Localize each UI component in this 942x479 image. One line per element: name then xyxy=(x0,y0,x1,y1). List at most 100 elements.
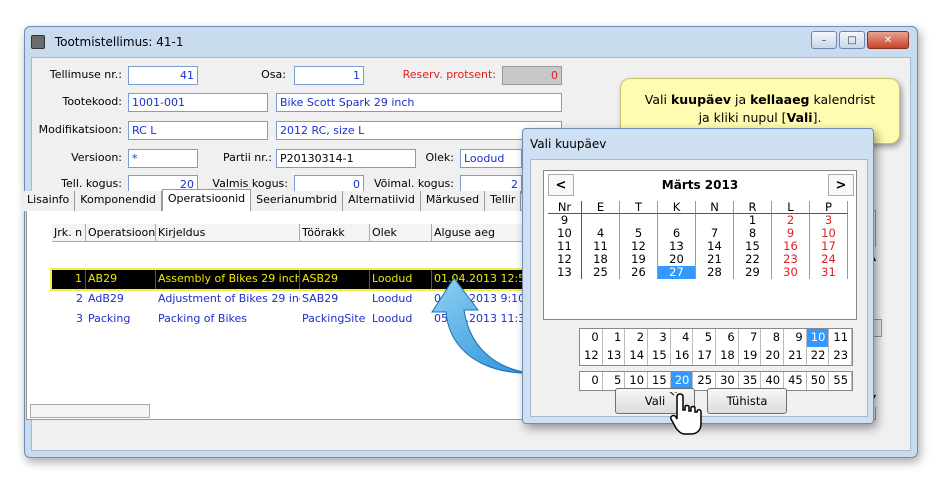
window-title-bar: Tootmistellimus: 41-1 xyxy=(31,30,911,54)
order-no-label: Tellimuse nr.: xyxy=(49,68,122,81)
hour-option[interactable]: 18 xyxy=(716,347,739,365)
callout-bold-button: Vali xyxy=(786,110,813,125)
batch-no-label: Partii nr.: xyxy=(222,151,272,164)
part-field[interactable]: 1 xyxy=(294,66,364,85)
tab-komponendid[interactable]: Komponendid xyxy=(75,191,162,211)
batch-no-field[interactable]: P20130314-1 xyxy=(276,149,416,168)
hour-option[interactable]: 17 xyxy=(693,347,717,365)
tab-markused[interactable]: Märkused xyxy=(420,191,486,211)
dialog-title: Vali kuupäev xyxy=(530,137,607,151)
month-title: Märts 2013 xyxy=(661,178,739,192)
minute-option[interactable]: 55 xyxy=(829,372,853,390)
hour-option[interactable]: 8 xyxy=(761,329,785,347)
weekday-header-row: Nr E T K N R L P xyxy=(548,201,848,214)
hour-selector: 0 1 2 3 4 5 6 7 8 9 10 11 12 13 14 15 16 17 18 19 20 21 22 23 xyxy=(579,328,853,366)
callout-text: kalendrist xyxy=(809,92,876,107)
hour-option[interactable]: 11 xyxy=(829,329,853,347)
hour-option[interactable]: 6 xyxy=(716,329,739,347)
cell-description: Assembly of Bikes 29 inch xyxy=(156,270,300,289)
calendar-day[interactable]: 31 xyxy=(810,266,848,279)
calendar-day[interactable]: 27 xyxy=(658,266,696,279)
calendar: < Märts 2013 > Nr E T K N R L P 9 1 2 3 10 4 5 6 7 8 9 10 11… xyxy=(543,170,857,320)
hour-option[interactable]: 16 xyxy=(671,347,694,365)
hour-option[interactable]: 9 xyxy=(784,329,807,347)
modification-field[interactable]: RC L xyxy=(128,121,268,140)
modification-desc-field: 2012 RC, size L xyxy=(276,121,562,140)
hour-option[interactable]: 13 xyxy=(603,347,626,365)
window-title: Tootmistellimus: 41-1 xyxy=(54,35,184,49)
tab-strip: Lisainfo Komponendid Operatsioonid Seeri… xyxy=(22,189,522,211)
part-label: Osa: xyxy=(261,68,286,81)
hour-option[interactable]: 3 xyxy=(648,329,671,347)
col-header-workcell[interactable]: Töörakk xyxy=(300,224,370,241)
product-code-field[interactable]: 1001-001 xyxy=(128,93,268,112)
grid-horizontal-scrollbar[interactable] xyxy=(30,404,150,418)
hour-option[interactable]: 14 xyxy=(625,347,649,365)
hour-option[interactable]: 0 xyxy=(580,329,603,347)
hour-option[interactable]: 2 xyxy=(625,329,649,347)
tab-operatsioonid[interactable]: Operatsioonid xyxy=(161,189,252,211)
cell-operation: AdB29 xyxy=(88,292,124,305)
calendar-grid: Nr E T K N R L P 9 1 2 3 10 4 5 6 7 8 9 10 11 11 12 13 14 15 16 17 1… xyxy=(548,201,848,279)
tab-alternatiivid[interactable]: Alternatiivid xyxy=(343,191,421,211)
callout-bold-time: kellaaeg xyxy=(750,92,810,107)
tab-lisainfo[interactable]: Lisainfo xyxy=(22,191,76,211)
cell-operation: Packing xyxy=(88,312,131,325)
calendar-day[interactable]: 28 xyxy=(696,266,734,279)
calendar-day[interactable]: 30 xyxy=(772,266,810,279)
hour-option[interactable]: 21 xyxy=(784,347,807,365)
cell-description: Adjustment of Bikes 29 inch xyxy=(158,292,300,305)
tab-seerianumbrid[interactable]: Seerianumbrid xyxy=(251,191,344,211)
modification-label: Modifikatsioon: xyxy=(38,123,122,136)
col-header-status[interactable]: Olek xyxy=(370,224,432,241)
minute-option[interactable]: 45 xyxy=(784,372,807,390)
hour-option[interactable]: 19 xyxy=(739,347,762,365)
version-label: Versioon: xyxy=(71,151,122,164)
col-header-operation[interactable]: Operatsiooni xyxy=(86,224,156,241)
tab-tellir[interactable]: Tellir xyxy=(485,191,522,211)
calendar-day[interactable]: 29 xyxy=(734,266,772,279)
hour-option[interactable]: 10 xyxy=(806,329,830,347)
weekday-header: N xyxy=(696,201,734,214)
reserve-label: Reserv. protsent: xyxy=(402,68,496,81)
cell-operation: AB29 xyxy=(86,270,156,289)
cell-seq: 1 xyxy=(52,270,86,289)
weekday-header: E xyxy=(582,201,620,214)
hour-option[interactable]: 12 xyxy=(580,347,603,365)
date-picker-dialog: Vali kuupäev < Märts 2013 > Nr E T K N R L P 9 1 2… xyxy=(522,128,874,424)
col-header-seq[interactable]: Jrk. n xyxy=(52,224,86,241)
cell-workcell: ASB29 xyxy=(300,270,370,289)
hour-option[interactable]: 4 xyxy=(671,329,694,347)
maximize-button[interactable]: □ xyxy=(839,31,865,49)
week-number: 13 xyxy=(548,266,582,279)
version-field[interactable]: * xyxy=(128,149,198,168)
callout-text: ja kliki nupul [ xyxy=(698,110,787,125)
minimize-button[interactable]: – xyxy=(811,31,837,49)
product-desc-field: Bike Scott Spark 29 inch xyxy=(276,93,562,112)
window-controls: – □ ✕ xyxy=(811,31,909,51)
calendar-day[interactable]: 25 xyxy=(582,266,620,279)
close-button[interactable]: ✕ xyxy=(867,31,909,49)
col-header-start-time[interactable]: Alguse aeg xyxy=(432,224,532,241)
col-header-description[interactable]: Kirjeldus xyxy=(156,224,300,241)
grid-header: Jrk. n Operatsiooni Kirjeldus Töörakk Ol… xyxy=(52,224,532,242)
next-month-button[interactable]: > xyxy=(828,174,854,196)
cell-workcell: SAB29 xyxy=(302,292,339,305)
order-no-field[interactable]: 41 xyxy=(128,66,198,85)
hour-option[interactable]: 23 xyxy=(829,347,853,365)
weekday-header: T xyxy=(620,201,658,214)
hour-option[interactable]: 1 xyxy=(603,329,626,347)
minute-option[interactable]: 50 xyxy=(807,372,830,390)
hour-option[interactable]: 22 xyxy=(807,347,830,365)
calendar-day[interactable]: 26 xyxy=(620,266,658,279)
calendar-week-row: 9123 xyxy=(548,214,848,227)
cancel-button[interactable]: Tühista xyxy=(707,388,787,414)
hour-option[interactable]: 20 xyxy=(761,347,785,365)
hour-option[interactable]: 15 xyxy=(648,347,671,365)
callout-bold-date: kuupäev xyxy=(670,92,732,107)
cell-seq: 3 xyxy=(76,312,83,325)
minute-option[interactable]: 0 xyxy=(580,372,603,390)
hour-option[interactable]: 5 xyxy=(693,329,717,347)
hour-option[interactable]: 7 xyxy=(739,329,762,347)
status-field[interactable]: Loodud xyxy=(460,149,522,168)
